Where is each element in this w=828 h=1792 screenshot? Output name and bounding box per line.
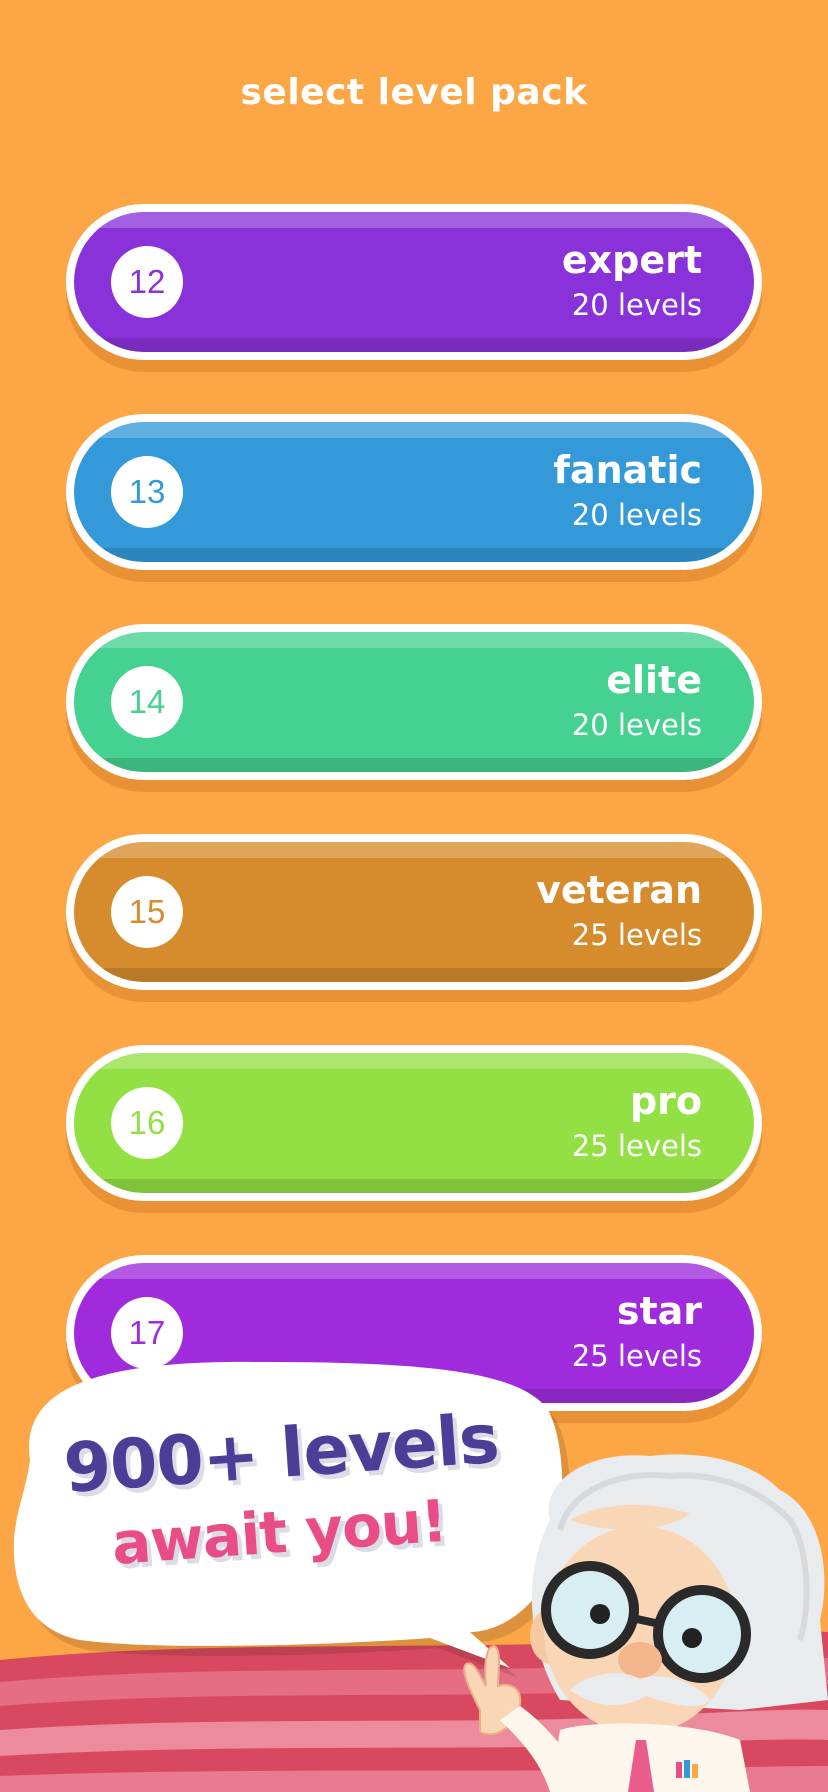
pack-body: 13 fanatic 20 levels — [74, 422, 754, 562]
pack-name: fanatic — [553, 448, 702, 492]
pack-level-count: 25 levels — [571, 918, 702, 952]
level-pack-screen: select level pack 12 expert 20 levels 13… — [0, 0, 828, 1792]
pack-number-badge: 12 — [111, 246, 183, 318]
pack-name: star — [616, 1289, 702, 1333]
professor-mascot-icon — [463, 1454, 828, 1792]
pack-name: elite — [606, 658, 702, 702]
pack-name: veteran — [536, 868, 702, 912]
pack-level-count: 20 levels — [571, 708, 702, 742]
level-pack-veteran[interactable]: 15 veteran 25 levels — [66, 834, 762, 990]
level-pack-expert[interactable]: 12 expert 20 levels — [66, 204, 762, 360]
level-pack-pro[interactable]: 16 pro 25 levels — [66, 1045, 762, 1201]
pack-number-badge: 13 — [111, 456, 183, 528]
pack-name: expert — [561, 238, 702, 282]
pack-body: 14 elite 20 levels — [74, 632, 754, 772]
pack-level-count: 20 levels — [571, 288, 702, 322]
pack-body: 12 expert 20 levels — [74, 212, 754, 352]
level-pack-elite[interactable]: 14 elite 20 levels — [66, 624, 762, 780]
pack-name: pro — [629, 1079, 702, 1123]
pack-number-badge: 15 — [111, 876, 183, 948]
pack-body: 15 veteran 25 levels — [74, 842, 754, 982]
pack-body: 16 pro 25 levels — [74, 1053, 754, 1193]
pack-level-count: 25 levels — [571, 1129, 702, 1163]
pack-level-count: 20 levels — [571, 498, 702, 532]
pack-number-badge: 16 — [111, 1087, 183, 1159]
pack-number-badge: 14 — [111, 666, 183, 738]
page-title: select level pack — [240, 72, 588, 113]
level-pack-fanatic[interactable]: 13 fanatic 20 levels — [66, 414, 762, 570]
